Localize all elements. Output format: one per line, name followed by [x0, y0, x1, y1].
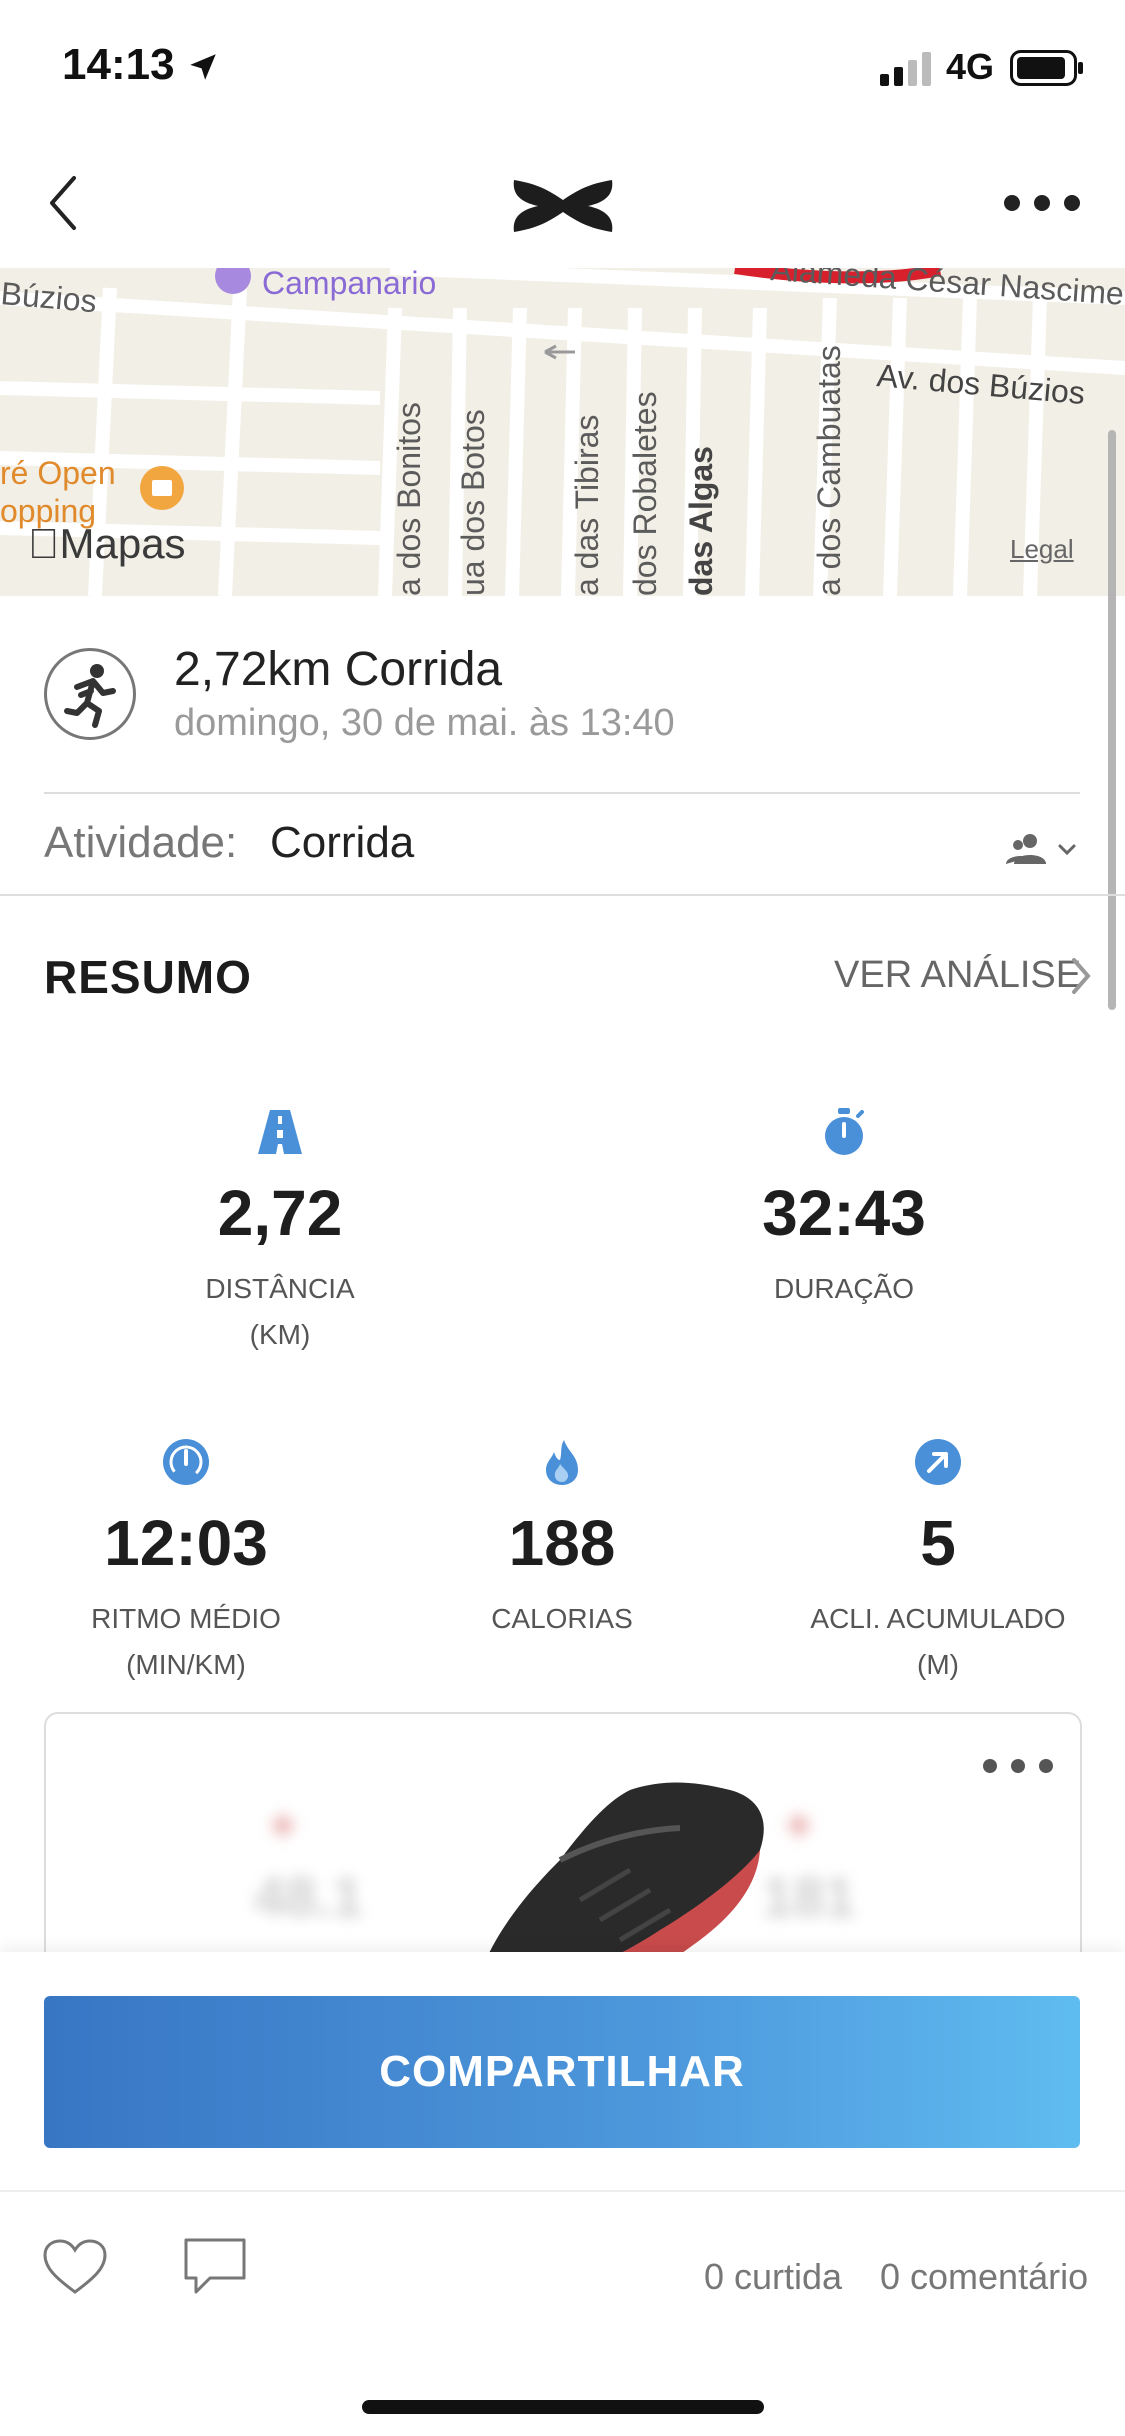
stat-value: 32:43	[762, 1177, 926, 1249]
stat-value: 5	[920, 1507, 956, 1579]
stat-elevation-gain: 5 ACLI. ACUMULADO (M)	[758, 1438, 1118, 1680]
privacy-friends-icon[interactable]	[1006, 832, 1078, 866]
battery-icon	[1010, 50, 1083, 86]
map-label: Búzios	[0, 275, 98, 319]
bottom-action-sheet: COMPARTILHAR 0 curtida 0 comentário	[0, 1952, 1125, 2436]
stopwatch-icon	[825, 1108, 864, 1155]
nav-bar	[0, 140, 1125, 268]
flame-icon	[546, 1440, 578, 1485]
workout-title: 2,72km Corrida	[174, 643, 503, 696]
stat-value: 12:03	[104, 1507, 268, 1579]
activity-row[interactable]: Atividade: Corrida	[0, 794, 1125, 894]
map-legal-link[interactable]: Legal	[1010, 534, 1074, 565]
signal-icon	[880, 52, 931, 86]
blurred-icon: ✦	[266, 1805, 300, 1849]
divider	[0, 894, 1125, 896]
route-map[interactable]: Búzios Campanario Alameda César Nascimen…	[0, 268, 1125, 596]
comments-count[interactable]: 0 comentário	[880, 2256, 1088, 2298]
map-label: a dos Bonitos	[391, 402, 427, 596]
location-arrow-icon	[190, 54, 216, 80]
comment-icon[interactable]	[182, 2236, 248, 2296]
stat-label: DISTÂNCIA (KM)	[205, 1273, 355, 1350]
stat-label: RITMO MÉDIO (MIN/KM)	[91, 1603, 281, 1680]
maps-brand: Mapas	[28, 520, 186, 567]
status-time: 14:13	[62, 40, 175, 89]
map-label: Campanario	[262, 268, 436, 301]
stat-value: 2,72	[217, 1177, 343, 1249]
stat-duration: 32:43 DURAÇÃO	[664, 1108, 1024, 1348]
heart-icon[interactable]	[42, 2238, 108, 2296]
speedometer-icon	[163, 1439, 209, 1485]
stat-calories: 188 CALORIAS	[382, 1438, 742, 1678]
blurred-value: 48.1	[254, 1865, 363, 1928]
back-chevron-icon[interactable]	[40, 166, 90, 240]
stat-label: DURAÇÃO	[773, 1273, 914, 1304]
home-indicator[interactable]	[362, 2400, 764, 2414]
chevron-right-icon[interactable]	[1068, 956, 1094, 996]
map-label: dos Robaletes	[627, 391, 663, 596]
activity-label: Atividade:	[44, 818, 238, 867]
share-button[interactable]: COMPARTILHAR	[44, 1996, 1080, 2148]
workout-date: domingo, 30 de mai. às 13:40	[174, 702, 675, 744]
map-label: das Algas	[683, 446, 719, 596]
status-bar: 14:13 4G	[0, 0, 1125, 140]
map-label: a das Tibiras	[569, 415, 605, 596]
likes-count[interactable]: 0 curtida	[704, 2256, 842, 2298]
road-icon	[258, 1110, 302, 1154]
stat-label: ACLI. ACUMULADO (M)	[810, 1603, 1066, 1680]
stat-label: CALORIAS	[491, 1603, 633, 1634]
arrow-up-right-icon	[915, 1439, 961, 1485]
network-label: 4G	[946, 46, 995, 87]
stat-pace: 12:03 RITMO MÉDIO (MIN/KM)	[6, 1438, 366, 1680]
workout-header: 2,72km Corrida domingo, 30 de mai. às 13…	[0, 596, 1125, 792]
map-label: a dos Cambuatas	[811, 345, 847, 596]
card-more-options-icon[interactable]	[980, 1754, 1056, 1778]
blurred-value: 181	[762, 1865, 856, 1928]
map-label: ua dos Botos	[455, 409, 491, 596]
divider	[0, 2190, 1125, 2192]
activity-value: Corrida	[270, 818, 415, 867]
stat-value: 188	[508, 1507, 616, 1579]
more-options-icon[interactable]	[1000, 188, 1084, 218]
summary-title: RESUMO	[44, 951, 252, 1003]
under-armour-logo-icon	[513, 180, 613, 232]
view-analysis-link[interactable]: VER ANÁLISE	[834, 954, 1081, 997]
map-label: ré Open	[0, 455, 116, 491]
running-person-icon	[44, 648, 136, 740]
blurred-icon: ✦	[782, 1805, 816, 1849]
stat-distance: 2,72 DISTÂNCIA (KM)	[100, 1108, 460, 1350]
